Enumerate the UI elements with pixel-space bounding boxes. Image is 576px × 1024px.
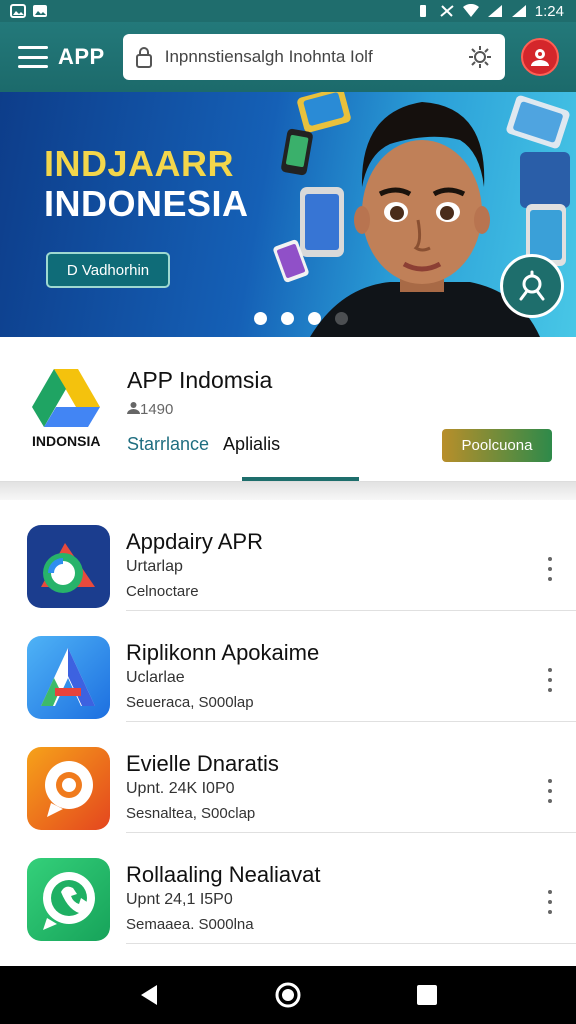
featured-tab-1[interactable]: Starrlance [127, 434, 209, 455]
app-subtitle: Uclarlae [126, 669, 185, 686]
battery-icon [511, 5, 526, 17]
home-button[interactable] [268, 975, 308, 1015]
app-icon-a-triangle[interactable] [27, 636, 110, 719]
app-list: Appdairy APR Urtarlap Celnoctare Ripliko… [0, 500, 576, 966]
app-subtitle: Urtarlap [126, 558, 183, 575]
settings-gear-icon[interactable] [467, 44, 493, 70]
featured-action-button[interactable]: Poolcuona [442, 429, 552, 462]
status-right-icons: 1:24 [415, 3, 564, 20]
featured-app-title: APP Indomsia [127, 367, 273, 393]
banner-title-line1: INDJAARR [44, 143, 235, 184]
promo-banner[interactable]: INDJAARR INDONESIA D Vadhorhin [0, 92, 576, 337]
app-bar: APP [0, 22, 576, 92]
home-circle-icon [275, 982, 301, 1008]
featured-tab-2[interactable]: Aplialis [223, 434, 280, 455]
app-detail: Celnoctare [126, 583, 199, 600]
more-options-icon[interactable] [540, 557, 560, 581]
app-name: Riplikonn Apokaime [126, 640, 320, 665]
banner-title-line2: INDONESIA [44, 183, 249, 224]
featured-tabs: Starrlance Aplialis [127, 434, 280, 455]
list-item[interactable]: Appdairy APR Urtarlap Celnoctare [0, 500, 576, 611]
featured-count-value: 1490 [140, 401, 174, 418]
recents-square-icon [416, 985, 437, 1005]
row-divider [126, 943, 576, 944]
app-detail: Seueraca, S000lap [126, 694, 254, 711]
system-nav-bar [0, 966, 576, 1024]
featured-app-count: 1490 [127, 401, 173, 418]
drive-logo-icon [32, 369, 100, 427]
app-icon-chat-green[interactable] [27, 858, 110, 941]
recents-button[interactable] [407, 975, 447, 1015]
featured-logo-label: INDONSIA [32, 433, 101, 449]
back-triangle-icon [141, 985, 158, 1005]
list-item[interactable]: Evielle Dnaratis Upnt. 24K I0P0 Sesnalte… [0, 722, 576, 833]
app-brand: APP [58, 44, 105, 69]
lock-icon [135, 47, 152, 68]
app-subtitle: Upnt. 24K I0P0 [126, 780, 235, 797]
floating-action-button[interactable] [500, 254, 564, 318]
status-time: 1:24 [534, 2, 564, 20]
cell-signal-icon [487, 5, 502, 17]
featured-app-card[interactable]: INDONSIA APP Indomsia 1490 Starrlance Ap… [0, 337, 576, 482]
app-detail: Sesnaltea, S00clap [126, 805, 256, 822]
list-item[interactable]: Riplikonn Apokaime Uclarlae Seueraca, S0… [0, 611, 576, 722]
app-subtitle: Upnt 24,1 I5P0 [126, 891, 233, 908]
section-divider [0, 482, 576, 500]
vibrate-icon [419, 5, 426, 17]
search-bar[interactable] [122, 34, 505, 80]
wifi-icon [462, 4, 479, 17]
carousel-indicators [254, 312, 348, 325]
carousel-dot[interactable] [308, 312, 321, 325]
menu-icon[interactable] [18, 46, 48, 68]
image-notification-icon [33, 5, 47, 17]
back-button[interactable] [129, 975, 169, 1015]
image-notification-icon [10, 4, 26, 18]
banner-cta-button[interactable]: D Vadhorhin [46, 252, 170, 288]
search-input[interactable] [164, 47, 467, 67]
app-icon-a-blue-red[interactable] [27, 525, 110, 608]
carousel-dot[interactable] [254, 312, 267, 325]
tab-indicator [242, 477, 359, 481]
app-name: Appdairy APR [126, 529, 263, 554]
user-icon [530, 49, 549, 66]
app-name: Rollaaling Nealiavat [126, 862, 321, 887]
carousel-dot[interactable] [281, 312, 294, 325]
app-name: Evielle Dnaratis [126, 751, 279, 776]
status-bar: 1:24 [0, 0, 576, 22]
more-options-icon[interactable] [540, 890, 560, 914]
more-options-icon[interactable] [540, 668, 560, 692]
more-options-icon[interactable] [540, 779, 560, 803]
carousel-dot[interactable] [335, 312, 348, 325]
no-signal-icon [440, 5, 454, 17]
list-item[interactable]: Rollaaling Nealiavat Upnt 24,1 I5P0 Sema… [0, 833, 576, 944]
app-icon-chat-orange[interactable] [27, 747, 110, 830]
app-detail: Semaaea. S000lna [126, 916, 254, 933]
profile-avatar[interactable] [520, 38, 559, 76]
user-count-icon [127, 402, 140, 414]
banner-title: INDJAARR INDONESIA [44, 144, 249, 224]
status-left-icons [10, 4, 48, 18]
tools-icon [519, 270, 545, 301]
